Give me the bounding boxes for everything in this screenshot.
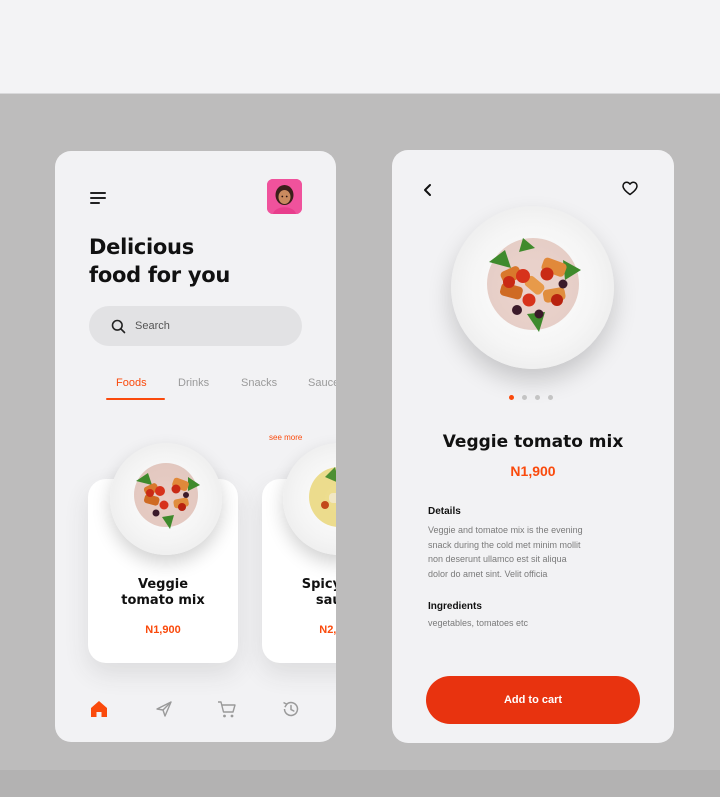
add-to-cart-button[interactable]: Add to cart — [426, 676, 640, 724]
food-name: Veggie tomato mix — [88, 577, 238, 609]
tab-sauce[interactable]: Sauce — [308, 377, 336, 389]
food-name-line-2: sauce — [315, 593, 336, 608]
home-screen-card: Delicious food for you Foods Drinks Snac… — [55, 151, 336, 742]
heart-icon — [622, 181, 638, 196]
hamburger-menu-icon[interactable] — [90, 192, 108, 206]
favorite-button[interactable] — [622, 181, 638, 196]
chevron-left-icon — [424, 184, 431, 196]
food-price: N1,900 — [510, 463, 556, 479]
food-title: Veggie tomato mix — [442, 432, 624, 452]
ingredients-text: vegetables, tomatoes etc — [428, 618, 529, 628]
carousel-dot[interactable] — [548, 395, 553, 400]
nav-cart[interactable] — [216, 698, 238, 720]
nav-history[interactable] — [280, 698, 302, 720]
food-name-line-1: Spicy fish — [301, 577, 336, 592]
tab-foods[interactable]: Foods — [116, 377, 147, 389]
headline-line-1: Delicious — [89, 235, 194, 259]
send-icon — [156, 701, 172, 717]
carousel-dot[interactable] — [509, 395, 514, 400]
food-price: N1,900 — [145, 624, 181, 636]
food-image-large — [451, 206, 614, 369]
food-name-line-1: Veggie — [137, 577, 189, 592]
food-image-veggie-tomato-mix — [110, 443, 222, 555]
search-icon — [111, 319, 126, 333]
details-line: dolor do amet sint. Velit officia — [428, 568, 548, 579]
detail-screen-card: Veggie tomato mix N1,900 Details Veggie … — [392, 150, 674, 743]
back-button[interactable] — [422, 183, 434, 197]
nav-home[interactable] — [88, 698, 110, 720]
home-icon — [91, 701, 107, 717]
avatar[interactable] — [267, 179, 302, 214]
history-icon — [283, 701, 299, 717]
search-bar[interactable] — [89, 306, 302, 346]
food-name: Spicy fish sauce — [262, 577, 336, 609]
search-input[interactable] — [135, 320, 275, 332]
food-name-line-2: tomato mix — [121, 593, 205, 608]
category-tabs: Foods Drinks Snacks Sauce — [106, 377, 336, 405]
page-title: Delicious food for you — [89, 233, 309, 289]
carousel-indicator — [509, 395, 557, 401]
details-line: snack during the cold met minim mollit — [428, 539, 581, 550]
bottom-nav — [55, 698, 336, 722]
details-line: Veggie and tomatoe mix is the evening — [428, 525, 583, 535]
tab-drinks[interactable]: Drinks — [178, 377, 209, 389]
headline-line-2: food for you — [89, 263, 231, 287]
food-image-spicy-fish-sauce — [283, 443, 336, 555]
carousel-dot[interactable] — [522, 395, 527, 400]
food-price: N2,300 — [319, 624, 336, 636]
details-heading: Details — [428, 506, 461, 517]
tab-snacks[interactable]: Snacks — [241, 377, 277, 389]
cart-icon — [218, 701, 236, 718]
nav-send[interactable] — [153, 698, 175, 720]
see-more-link[interactable]: see more — [269, 433, 302, 442]
ingredients-heading: Ingredients — [428, 601, 482, 612]
bottom-shade — [0, 770, 720, 797]
details-text: Veggie and tomatoe mix is the evening sn… — [428, 523, 638, 581]
carousel-dot[interactable] — [535, 395, 540, 400]
details-line: non deserunt ullamco est sit aliqua — [428, 554, 567, 564]
top-band — [0, 0, 720, 94]
active-tab-indicator — [106, 398, 165, 400]
